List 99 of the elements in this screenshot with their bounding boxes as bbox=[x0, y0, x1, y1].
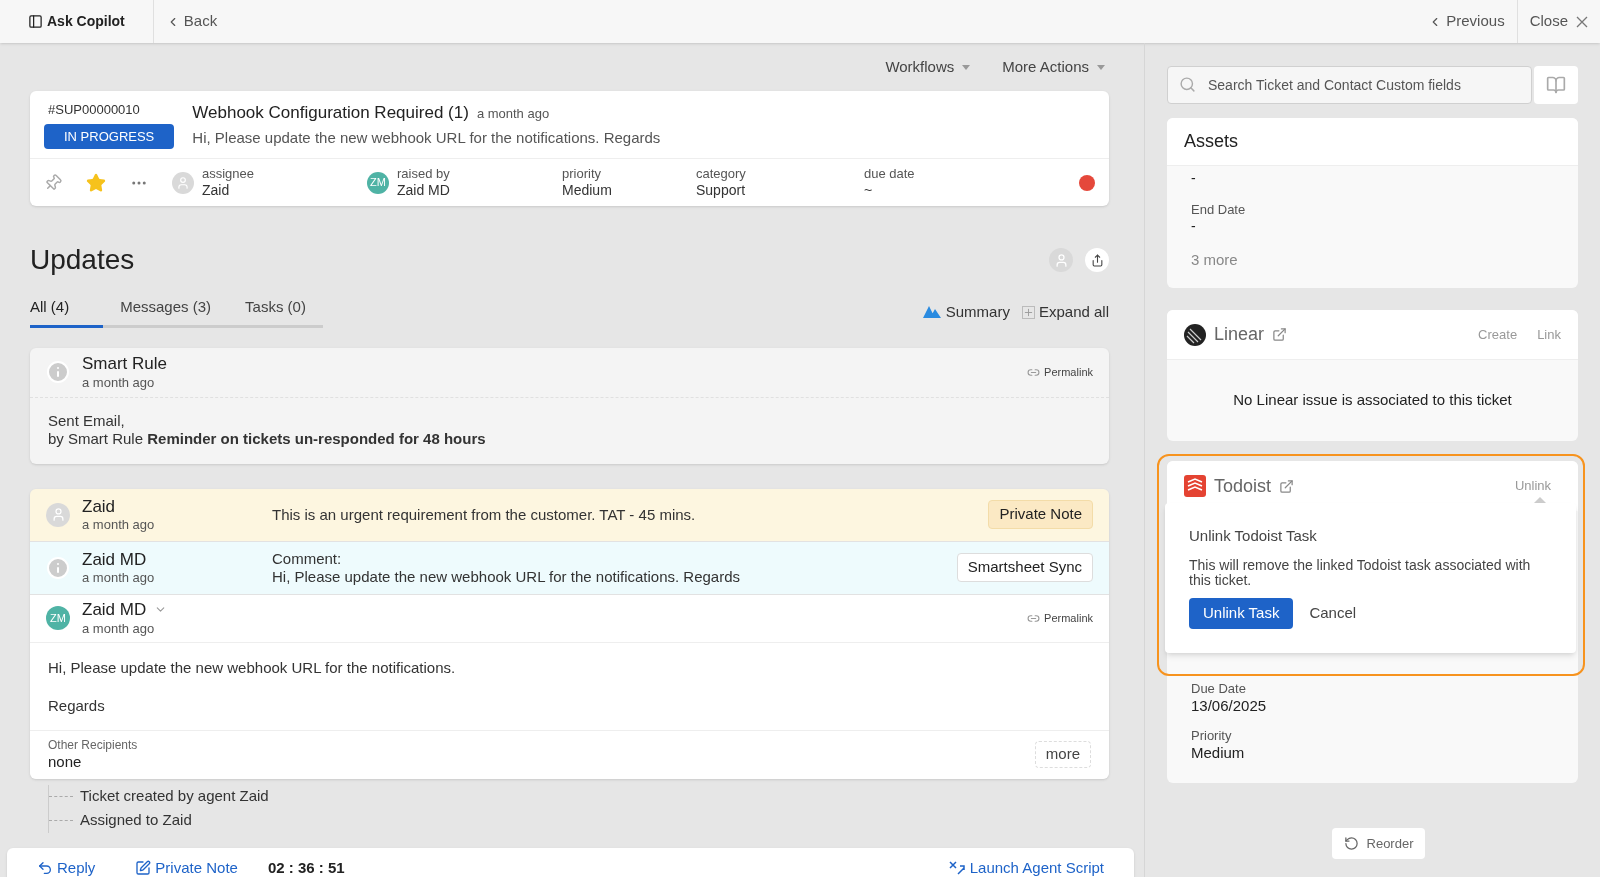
launch-agent-script-button[interactable]: Launch Agent Script bbox=[947, 857, 1104, 877]
close-button[interactable]: Close bbox=[1517, 10, 1600, 33]
summary-button[interactable]: Summary bbox=[921, 301, 1010, 324]
field-value: 13/06/2025 bbox=[1191, 697, 1268, 716]
previous-button[interactable]: Previous bbox=[1416, 0, 1518, 43]
field-label: due date bbox=[864, 165, 915, 182]
caret-icon bbox=[1097, 64, 1105, 70]
close-icon bbox=[1576, 15, 1588, 28]
timeline-entry: Assigned to Zaid bbox=[80, 810, 192, 831]
timestamp: a month ago bbox=[82, 374, 156, 391]
cancel-button[interactable]: Cancel bbox=[1309, 601, 1357, 625]
more-link[interactable]: 3 more bbox=[1191, 249, 1554, 272]
popover-title: Unlink Todoist Task bbox=[1189, 526, 1318, 546]
field-label: category bbox=[696, 165, 746, 182]
author-name: Zaid bbox=[82, 495, 117, 517]
card-title: Linear bbox=[1214, 323, 1265, 346]
author-name: Zaid MD bbox=[82, 599, 147, 621]
permalink[interactable]: Permalink bbox=[1027, 363, 1093, 381]
menu-button[interactable]: Workflows bbox=[885, 55, 971, 79]
comment-label: Comment: bbox=[272, 549, 343, 568]
note-text: This is an urgent requirement from the customer. TAT - 45 mins. bbox=[272, 505, 696, 524]
field-label: End Date bbox=[1191, 201, 1247, 218]
note-tag: Private Note bbox=[988, 500, 1093, 529]
field-label: Priority bbox=[1191, 728, 1233, 745]
edit-icon bbox=[135, 860, 152, 877]
status-badge: IN PROGRESS bbox=[44, 123, 175, 149]
recipients-label: Other Recipients bbox=[48, 737, 138, 753]
field-value: Medium bbox=[562, 181, 612, 200]
field-value: Medium bbox=[1191, 744, 1246, 763]
striped-circle-icon bbox=[1184, 323, 1206, 346]
stacked-layers-icon bbox=[1184, 475, 1206, 497]
plus-icon bbox=[1021, 305, 1035, 319]
info-icon bbox=[46, 555, 70, 580]
field-value: ~ bbox=[864, 181, 874, 200]
user-avatar-icon bbox=[46, 502, 70, 527]
card-title: Assets bbox=[1184, 130, 1239, 153]
star-icon[interactable] bbox=[86, 172, 106, 193]
ask-copilot-button[interactable]: Ask Copilot bbox=[0, 0, 154, 43]
field-label: Due Date bbox=[1191, 681, 1247, 698]
field-value: Zaid bbox=[202, 181, 231, 200]
more-button[interactable]: more bbox=[1034, 741, 1091, 768]
search-field[interactable]: Search Ticket and Contact Custom fields bbox=[1167, 66, 1532, 104]
share-icon[interactable] bbox=[1085, 248, 1109, 272]
message-text: Hi, Please update the new webhook URL for the notifications. bbox=[48, 657, 457, 678]
field-value: Zaid MD bbox=[397, 181, 450, 200]
private-note-button[interactable]: Private Note bbox=[135, 857, 238, 877]
external-link-icon[interactable] bbox=[1272, 327, 1288, 342]
script-icon bbox=[947, 860, 966, 877]
user-avatar-icon bbox=[172, 171, 194, 194]
field-label: raised by bbox=[397, 165, 450, 182]
field-value: Support bbox=[696, 181, 746, 200]
caret-icon bbox=[962, 64, 971, 70]
ticket-id: #SUP00000010 bbox=[47, 101, 141, 119]
ticket-summary: Hi, Please update the new webhook URL for the notifications. Regards bbox=[192, 128, 661, 148]
reorder-button[interactable]: Reorder bbox=[1331, 828, 1426, 859]
event-text: Sent Email, bbox=[48, 411, 126, 430]
sidebar-panel-icon bbox=[28, 14, 43, 29]
field-label: priority bbox=[562, 165, 602, 182]
field-value: - bbox=[1191, 217, 1197, 236]
popover-text: This will remove the linked Todoist task associated with this ticket. bbox=[1189, 557, 1532, 588]
field-label: assignee bbox=[202, 165, 255, 182]
event-text: by Smart Rule Reminder on tickets un-responded for 48 hours bbox=[48, 429, 487, 448]
recipients-value: none bbox=[48, 752, 83, 772]
unlink-task-button[interactable]: Unlink Task bbox=[1189, 597, 1294, 629]
field-value: - bbox=[1191, 170, 1197, 188]
message-text: Regards bbox=[48, 696, 106, 716]
tab[interactable]: Tasks (0) bbox=[228, 296, 323, 328]
note-text: Hi, Please update the new webhook URL for the notifications. Regards bbox=[272, 567, 741, 586]
menu-button[interactable]: More Actions bbox=[1002, 55, 1105, 79]
avatar: ZM bbox=[46, 606, 70, 630]
timestamp: a month ago bbox=[82, 570, 156, 587]
timer: 02 : 36 : 51 bbox=[267, 858, 345, 877]
updates-heading: Updates bbox=[30, 243, 135, 277]
note-tag: Smartsheet Sync bbox=[956, 553, 1093, 582]
author-name: Smart Rule bbox=[82, 353, 168, 375]
timeline-entry: Ticket created by agent Zaid bbox=[80, 786, 269, 807]
summary-icon bbox=[921, 305, 942, 320]
search-icon bbox=[1179, 76, 1196, 93]
expand-all-button[interactable]: Expand all bbox=[1021, 301, 1109, 324]
author-name: Zaid MD bbox=[82, 548, 148, 570]
book-button[interactable] bbox=[1534, 66, 1578, 104]
book-icon bbox=[1546, 75, 1566, 95]
tab[interactable]: All (4) bbox=[30, 296, 104, 328]
tab[interactable]: Messages (3) bbox=[103, 296, 229, 328]
reply-icon bbox=[37, 860, 53, 877]
timestamp: a month ago bbox=[82, 517, 156, 534]
info-icon bbox=[46, 360, 70, 384]
card-title: Todoist bbox=[1214, 474, 1272, 498]
ticket-time: a month ago bbox=[476, 104, 550, 123]
permalink[interactable]: Permalink bbox=[1027, 609, 1093, 627]
rotate-arrow-icon bbox=[1343, 836, 1359, 851]
external-link-icon[interactable] bbox=[1279, 478, 1295, 494]
avatar: ZM bbox=[367, 171, 389, 194]
ticket-title: Webhook Configuration Required (1) bbox=[192, 101, 469, 124]
user-avatar-icon[interactable] bbox=[1049, 248, 1073, 272]
timestamp: a month ago bbox=[82, 620, 156, 637]
reply-button[interactable]: Reply bbox=[37, 857, 96, 877]
empty-message: No Linear issue is associated to this ticket bbox=[1233, 390, 1512, 411]
back-button[interactable]: Back bbox=[153, 10, 230, 33]
